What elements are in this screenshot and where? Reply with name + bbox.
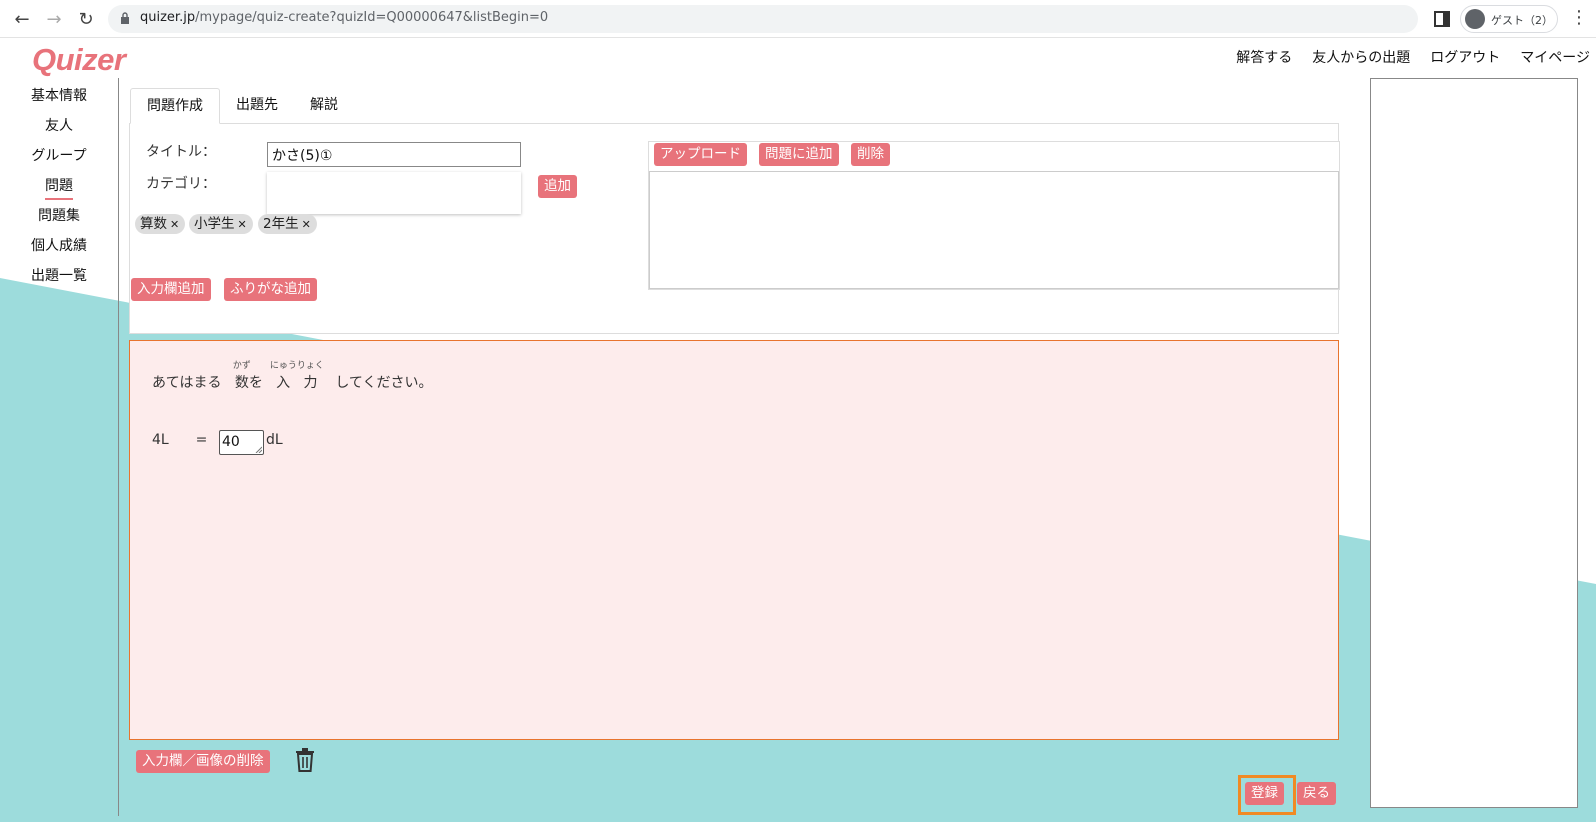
nav-answer[interactable]: 解答する <box>1236 47 1292 67</box>
reload-icon[interactable]: ↻ <box>74 7 98 31</box>
delete-image-button[interactable]: 削除 <box>851 143 890 166</box>
top-navigation: 解答する 友人からの出題 ログアウト マイページ <box>1236 47 1590 67</box>
tab-question-create[interactable]: 問題作成 <box>130 88 220 124</box>
upload-button[interactable]: アップロード <box>654 143 747 166</box>
url-path: /mypage/quiz-create?quizId=Q00000647&lis… <box>195 10 549 25</box>
tag-label: 2年生 <box>263 216 299 232</box>
sidebar-item-question-sets[interactable]: 問題集 <box>22 206 96 236</box>
category-input[interactable] <box>267 172 521 214</box>
add-to-question-button[interactable]: 問題に追加 <box>759 143 839 166</box>
nav-logout[interactable]: ログアウト <box>1430 47 1500 67</box>
address-bar[interactable]: quizer.jp/mypage/quiz-create?quizId=Q000… <box>108 5 1418 33</box>
equals-sign: = <box>195 432 208 448</box>
add-furigana-button[interactable]: ふりがな追加 <box>224 278 317 301</box>
tag-chip: 小学生 ✕ <box>189 214 253 234</box>
back-button[interactable]: 戻る <box>1297 782 1336 805</box>
sidebar: 基本情報 友人 グループ 問題 問題集 個人成績 出題一覧 <box>22 86 96 296</box>
category-label: カテゴリ： <box>146 176 216 192</box>
remove-tag-icon[interactable]: ✕ <box>238 218 247 231</box>
sidebar-item-question-list[interactable]: 出題一覧 <box>22 266 96 296</box>
url-text: quizer.jp/mypage/quiz-create?quizId=Q000… <box>140 10 548 25</box>
tab-destination[interactable]: 出題先 <box>220 88 294 124</box>
profile-name: ゲスト（2） <box>1491 14 1553 27</box>
question-text: あてはまる かず数を にゅうりょく入 力 してください。 <box>152 361 433 392</box>
ruby-nyuryoku: にゅうりょく入 力 <box>270 361 324 392</box>
sidebar-item-basic-info[interactable]: 基本情報 <box>22 86 96 116</box>
url-host: quizer.jp <box>140 10 196 25</box>
trash-icon[interactable] <box>294 748 316 772</box>
forward-arrow-icon[interactable]: → <box>42 7 66 31</box>
equation-lhs: 4L <box>152 432 169 448</box>
sidebar-item-groups[interactable]: グループ <box>22 146 96 176</box>
back-arrow-icon[interactable]: ← <box>10 7 34 31</box>
tag-label: 小学生 <box>194 216 235 232</box>
lock-icon <box>121 12 129 24</box>
sidebar-item-friends[interactable]: 友人 <box>22 116 96 146</box>
question-editor-area[interactable] <box>129 340 1339 740</box>
equation-row: 4L = <box>152 432 207 448</box>
nav-mypage[interactable]: マイページ <box>1520 47 1590 67</box>
delete-field-image-button[interactable]: 入力欄／画像の削除 <box>136 750 270 773</box>
avatar-icon <box>1465 9 1485 29</box>
ruby-reading: かず <box>232 361 251 371</box>
resize-grip-icon[interactable] <box>255 446 262 453</box>
tag-label: 算数 <box>140 216 167 232</box>
tag-chip: 2年生 ✕ <box>258 214 317 234</box>
unit-label: dL <box>266 432 283 448</box>
nav-from-friends[interactable]: 友人からの出題 <box>1312 47 1410 67</box>
remove-tag-icon[interactable]: ✕ <box>170 218 179 231</box>
ruby-base: 数 <box>234 375 249 391</box>
add-category-button[interactable]: 追加 <box>538 175 577 198</box>
ruby-reading: にゅうりょく <box>269 361 324 371</box>
answer-input[interactable]: 40 <box>219 430 264 455</box>
side-panel-icon[interactable] <box>1432 9 1452 29</box>
add-input-field-button[interactable]: 入力欄追加 <box>131 278 211 301</box>
sidebar-item-personal-results[interactable]: 個人成績 <box>22 236 96 266</box>
image-drop-area[interactable] <box>649 171 1339 289</box>
question-text-part: あてはまる <box>152 375 222 391</box>
sidebar-divider <box>118 78 119 816</box>
quizer-logo[interactable]: Quizer <box>32 42 126 78</box>
profile-button[interactable]: ゲスト（2） <box>1460 5 1558 33</box>
browser-toolbar: ← → ↻ quizer.jp/mypage/quiz-create?quizI… <box>0 0 1596 38</box>
title-label: タイトル： <box>146 144 216 160</box>
right-side-panel <box>1370 78 1578 808</box>
answer-value: 40 <box>222 434 240 450</box>
tab-explanation[interactable]: 解説 <box>294 88 354 124</box>
ruby-base: 力 <box>303 375 318 391</box>
more-menu-icon[interactable]: ⋮ <box>1570 9 1588 29</box>
question-text-part: してください。 <box>335 375 433 391</box>
ruby-base: 入 <box>276 375 291 391</box>
remove-tag-icon[interactable]: ✕ <box>302 218 311 231</box>
sidebar-item-questions[interactable]: 問題 <box>22 176 96 206</box>
tag-chip: 算数 ✕ <box>135 214 186 234</box>
register-button[interactable]: 登録 <box>1245 782 1284 805</box>
question-text-part: を <box>248 375 263 391</box>
tab-bar: 問題作成 出題先 解説 <box>130 88 354 124</box>
title-input[interactable]: かさ(5)① <box>267 142 521 167</box>
ruby-kazu: かず数 <box>233 361 251 392</box>
